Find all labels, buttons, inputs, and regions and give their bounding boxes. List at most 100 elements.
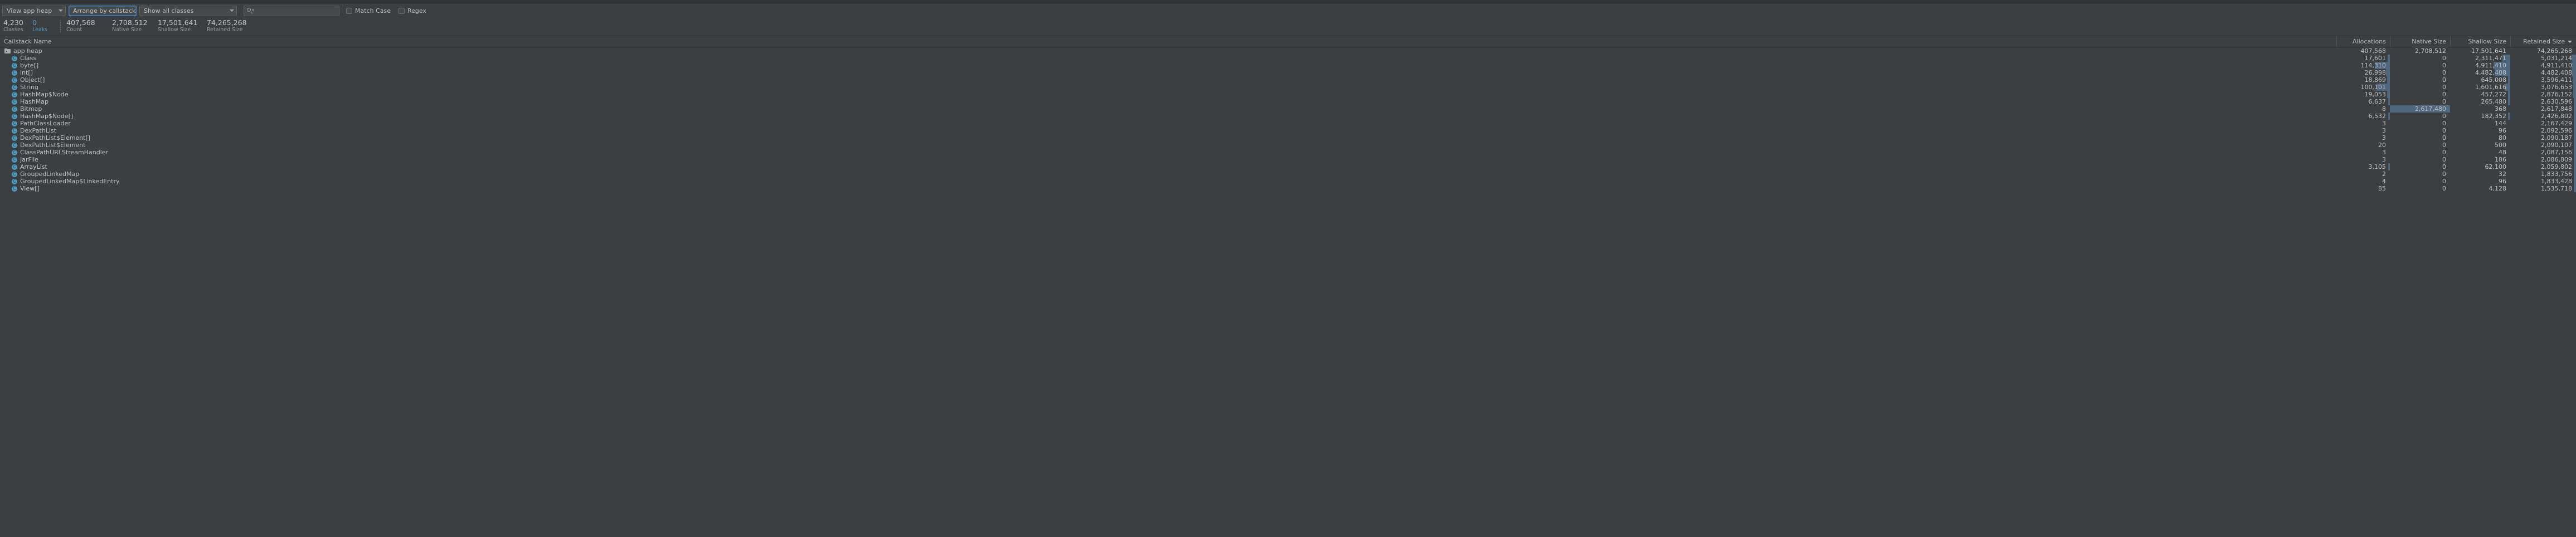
- table-row[interactable]: Object[] 18,869 0 645,008 3,596,411: [0, 76, 2576, 84]
- table-row[interactable]: HashMap 6,637 0 265,480 2,630,596: [0, 98, 2576, 105]
- stat-shallow-size-value: 17,501,641: [158, 18, 198, 27]
- cell-retained-size-value: 1,833,756: [2541, 170, 2572, 178]
- row-name-label: DexPathList$Element: [20, 141, 86, 149]
- row-name-label: String: [20, 84, 38, 91]
- cell-callstack-name: DexPathList: [0, 127, 2336, 134]
- memory-profiler-heap-view: View app heap Arrange by callstack Show …: [0, 0, 2576, 537]
- cell-native-size-value: 0: [2442, 113, 2446, 120]
- cell-native-size: 0: [2390, 127, 2450, 134]
- stat-classes: 4,230 Classes: [3, 18, 32, 33]
- cell-retained-size: 2,092,596: [2510, 127, 2576, 134]
- row-name-label: Object[]: [20, 76, 45, 84]
- cell-shallow-size-value: 80: [2499, 134, 2506, 141]
- cell-retained-size: 2,630,596: [2510, 98, 2576, 105]
- class-icon: [12, 106, 17, 112]
- table-row[interactable]: ClassPathURLStreamHandler 3 0 48 2,087,156: [0, 149, 2576, 156]
- column-header-allocations[interactable]: Allocations: [2336, 36, 2390, 47]
- cell-native-size: 2,708,512: [2390, 47, 2450, 55]
- arrange-select-label: Arrange by callstack: [73, 7, 136, 14]
- regex-checkbox[interactable]: Regex: [398, 7, 426, 14]
- value-bar: [2573, 91, 2576, 98]
- table-row[interactable]: PathClassLoader 3 0 144 2,167,429: [0, 120, 2576, 127]
- cell-allocations-value: 3: [2382, 127, 2386, 134]
- table-row[interactable]: DexPathList$Element 20 0 500 2,090,107: [0, 141, 2576, 149]
- cell-native-size-value: 0: [2442, 185, 2446, 192]
- arrange-select[interactable]: Arrange by callstack: [69, 5, 145, 16]
- heap-select[interactable]: View app heap: [2, 5, 66, 16]
- cell-native-size-value: 0: [2442, 141, 2446, 149]
- value-bar: [2572, 69, 2576, 76]
- cell-callstack-name: HashMap: [0, 98, 2336, 105]
- table-row[interactable]: app heap 407,568 2,708,512 17,501,641 74,265…: [0, 47, 2576, 55]
- row-name-label: int[]: [20, 69, 33, 76]
- class-icon: [12, 128, 17, 134]
- cell-native-size: 0: [2390, 55, 2450, 62]
- table-row[interactable]: HashMap$Node[] 6,532 0 182,352 2,426,802: [0, 113, 2576, 120]
- cell-native-size: 0: [2390, 149, 2450, 156]
- cell-shallow-size: 62,100: [2450, 163, 2510, 170]
- stat-retained-size: 74,265,268 Retained Size: [207, 18, 257, 33]
- stat-leaks[interactable]: 0 Leaks: [32, 18, 60, 33]
- match-case-checkbox[interactable]: Match Case: [346, 7, 391, 14]
- stat-native-size-value: 2,708,512: [112, 18, 148, 27]
- column-header-retained-size[interactable]: Retained Size: [2510, 36, 2576, 47]
- cell-native-size-value: 0: [2442, 84, 2446, 91]
- value-bar: [2573, 156, 2576, 163]
- cell-retained-size-value: 2,090,107: [2541, 141, 2572, 149]
- table-row[interactable]: String 100,101 0 1,601,616 3,076,653: [0, 84, 2576, 91]
- table-row[interactable]: GroupedLinkedMap 2 0 32 1,833,756: [0, 170, 2576, 178]
- search-input[interactable]: [257, 7, 338, 14]
- cell-native-size: 0: [2390, 113, 2450, 120]
- cell-retained-size: 2,087,156: [2510, 149, 2576, 156]
- table-row[interactable]: byte[] 114,310 0 4,911,410 4,911,410: [0, 62, 2576, 69]
- heap-classes-table: Callstack Name Allocations Native Size S…: [0, 36, 2576, 537]
- column-header-callstack-name-label: Callstack Name: [4, 38, 52, 45]
- value-bar: [2573, 141, 2576, 149]
- cell-allocations-value: 114,310: [2360, 62, 2387, 69]
- value-bar: [2573, 98, 2576, 105]
- table-row[interactable]: HashMap$Node 19,053 0 457,272 2,876,152: [0, 91, 2576, 98]
- cell-allocations: 3: [2336, 156, 2390, 163]
- cell-shallow-size-value: 62,100: [2485, 163, 2507, 170]
- column-header-native-size-label: Native Size: [2412, 38, 2446, 45]
- cell-allocations-value: 3: [2382, 149, 2386, 156]
- class-icon: [12, 185, 17, 192]
- column-header-shallow-size[interactable]: Shallow Size: [2450, 36, 2510, 47]
- table-row[interactable]: GroupedLinkedMap$LinkedEntry 4 0 96 1,833,42…: [0, 178, 2576, 185]
- cell-retained-size: 4,911,410: [2510, 62, 2576, 69]
- table-row[interactable]: View[] 85 0 4,128 1,535,718: [0, 185, 2576, 192]
- cell-allocations-value: 19,053: [2364, 91, 2387, 98]
- stat-count-label: Count: [66, 27, 82, 33]
- table-row[interactable]: int[] 26,998 0 4,482,408 4,482,408: [0, 69, 2576, 76]
- cell-shallow-size: 368: [2450, 105, 2510, 113]
- cell-allocations: 17,601: [2336, 55, 2390, 62]
- class-icon: [12, 99, 17, 105]
- stat-native-size-label: Native Size: [112, 27, 142, 33]
- cell-shallow-size-value: 96: [2499, 178, 2506, 185]
- table-row[interactable]: ArrayList 3,105 0 62,100 2,059,802: [0, 163, 2576, 170]
- class-icon: [12, 135, 17, 141]
- search-box[interactable]: [244, 5, 339, 16]
- table-row[interactable]: Bitmap 8 2,617,480 368 2,617,848: [0, 105, 2576, 113]
- table-row[interactable]: DexPathList$Element[] 3 0 80 2,090,187: [0, 134, 2576, 141]
- table-row[interactable]: JarFile 3 0 186 2,086,809: [0, 156, 2576, 163]
- cell-shallow-size-value: 144: [2495, 120, 2506, 127]
- stat-leaks-value: 0: [32, 18, 37, 27]
- class-icon: [12, 178, 17, 184]
- cell-retained-size-value: 2,090,187: [2541, 134, 2572, 141]
- column-header-callstack-name[interactable]: Callstack Name: [0, 36, 2336, 47]
- row-name-label: Bitmap: [20, 105, 42, 113]
- cell-shallow-size: 4,482,408: [2450, 69, 2510, 76]
- table-row[interactable]: DexPathList 3 0 96 2,092,596: [0, 127, 2576, 134]
- cell-shallow-size: 500: [2450, 141, 2510, 149]
- classes-filter-select[interactable]: Show all classes: [139, 5, 237, 16]
- cell-retained-size: 4,482,408: [2510, 69, 2576, 76]
- cell-native-size: 0: [2390, 141, 2450, 149]
- value-bar: [2573, 113, 2576, 120]
- match-case-label: Match Case: [355, 7, 391, 14]
- cell-shallow-size: 457,272: [2450, 91, 2510, 98]
- cell-callstack-name: HashMap$Node[]: [0, 113, 2336, 120]
- column-header-native-size[interactable]: Native Size: [2390, 36, 2450, 47]
- cell-allocations-value: 407,568: [2360, 47, 2387, 55]
- table-row[interactable]: Class 17,601 0 2,311,471 5,031,214: [0, 55, 2576, 62]
